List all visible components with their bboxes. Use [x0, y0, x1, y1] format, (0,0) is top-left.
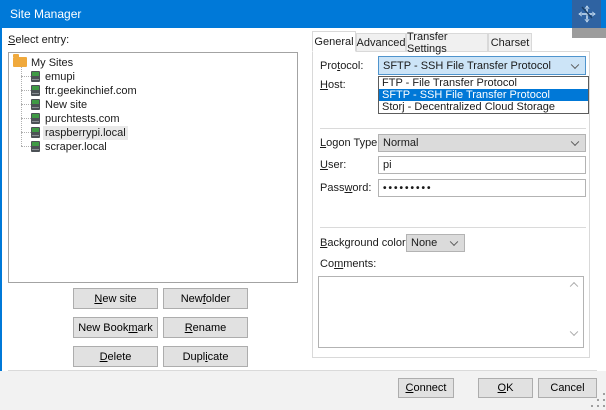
footer-separator: [8, 370, 597, 371]
tab-charset[interactable]: Charset: [488, 33, 532, 52]
window-left-border: [0, 28, 2, 410]
server-icon: [31, 113, 40, 124]
tree-root-label: My Sites: [31, 57, 74, 69]
titlebar[interactable]: Site Manager: [0, 0, 606, 28]
tab-general[interactable]: General: [312, 31, 356, 52]
cursor-shadow-strip: [572, 28, 606, 38]
logon-type-label: Logon Type:: [320, 137, 381, 149]
protocol-dropdown-list[interactable]: FTP - File Transfer Protocol SFTP - SSH …: [378, 76, 589, 114]
rename-button[interactable]: Rename: [163, 317, 248, 338]
scroll-up-icon[interactable]: [569, 281, 579, 291]
user-label: User:: [320, 159, 347, 171]
background-color-combobox[interactable]: None: [406, 234, 465, 252]
tree-connector-vertical: [21, 67, 22, 146]
move-cursor-overlay: [572, 0, 601, 28]
server-icon: [31, 141, 40, 152]
site-tree[interactable]: My Sites emupi ftr.geekinchief.com New s…: [8, 52, 298, 283]
separator: [320, 128, 586, 129]
new-bookmark-button[interactable]: New Book m ark: [73, 317, 158, 338]
new-folder-button[interactable]: New f older: [163, 288, 248, 309]
server-icon: [31, 85, 40, 96]
window-title: Site Manager: [10, 7, 82, 21]
server-icon: [31, 127, 40, 138]
host-label: Host:: [320, 79, 346, 91]
user-field[interactable]: pi: [378, 156, 586, 174]
dropdown-option-ftp[interactable]: FTP - File Transfer Protocol: [379, 77, 588, 89]
comments-label: Comments:: [320, 258, 377, 270]
scroll-down-icon[interactable]: [569, 327, 579, 337]
resize-grip[interactable]: [597, 399, 599, 401]
dropdown-option-storj[interactable]: Storj - Decentralized Cloud Storage: [379, 101, 588, 113]
server-icon: [31, 71, 40, 82]
tab-transfer-settings[interactable]: Transfer Settings: [406, 31, 488, 55]
folder-icon: [13, 54, 27, 67]
select-entry-label: Select entry:: [8, 34, 70, 46]
cancel-button[interactable]: Cancel: [538, 378, 597, 398]
move-cursor-icon: [577, 5, 596, 23]
chevron-down-icon: [570, 137, 580, 147]
comments-textarea[interactable]: [318, 276, 584, 348]
site-manager-dialog: Site Manager Select entry: My Sites emup…: [0, 0, 606, 410]
connect-button[interactable]: Connect: [398, 378, 454, 398]
protocol-label: Protocol:: [320, 60, 364, 72]
chevron-down-icon: [570, 60, 580, 69]
tab-advanced[interactable]: Advanced: [356, 33, 406, 52]
ok-button[interactable]: OK: [478, 378, 533, 398]
duplicate-button[interactable]: Dupl i cate: [163, 346, 248, 367]
logon-type-combobox[interactable]: Normal: [378, 134, 586, 152]
delete-button[interactable]: Delete: [73, 346, 158, 367]
password-label: Password:: [320, 182, 372, 194]
password-field[interactable]: •••••••••: [378, 179, 586, 197]
background-color-label: Background color:: [320, 237, 409, 249]
new-site-button[interactable]: New site: [73, 288, 158, 309]
protocol-combobox[interactable]: SFTP - SSH File Transfer Protocol: [378, 56, 586, 75]
chevron-down-icon: [449, 237, 459, 247]
server-icon: [31, 99, 40, 110]
dropdown-option-sftp[interactable]: SFTP - SSH File Transfer Protocol: [379, 89, 588, 101]
separator: [320, 227, 586, 228]
